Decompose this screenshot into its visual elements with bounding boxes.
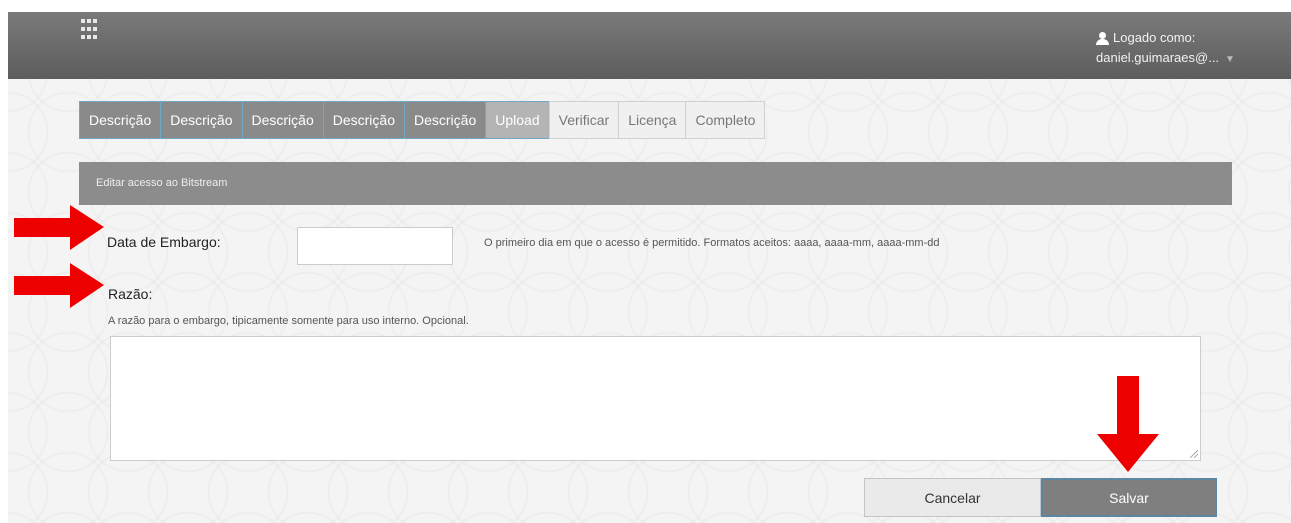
panel-title: Editar acesso ao Bitstream bbox=[79, 162, 1232, 205]
step-completo: Completo bbox=[685, 101, 766, 139]
save-button[interactable]: Salvar bbox=[1041, 478, 1217, 517]
reason-label: Razão: bbox=[108, 286, 153, 302]
step-descricao-1[interactable]: Descrição bbox=[79, 101, 162, 139]
top-navbar: Logado como: daniel.guimaraes@... ▼ bbox=[8, 12, 1291, 79]
reason-textarea[interactable] bbox=[110, 336, 1201, 461]
apps-grid-icon[interactable] bbox=[81, 19, 99, 41]
annotation-arrow-save bbox=[1097, 376, 1159, 472]
annotation-arrow-reason bbox=[14, 263, 104, 308]
user-icon bbox=[1096, 31, 1109, 45]
step-descricao-4[interactable]: Descrição bbox=[322, 101, 405, 139]
embargo-label: Data de Embargo: bbox=[107, 234, 221, 250]
step-descricao-2[interactable]: Descrição bbox=[160, 101, 243, 139]
step-descricao-5[interactable]: Descrição bbox=[404, 101, 487, 139]
step-upload[interactable]: Upload bbox=[485, 101, 550, 139]
username: daniel.guimaraes@... bbox=[1096, 50, 1220, 65]
embargo-date-input[interactable] bbox=[297, 227, 453, 265]
cancel-button[interactable]: Cancelar bbox=[864, 478, 1041, 517]
logged-in-label: Logado como: bbox=[1113, 30, 1196, 45]
annotation-arrow-embargo bbox=[14, 205, 104, 250]
user-menu[interactable]: Logado como: daniel.guimaraes@... ▼ bbox=[1096, 28, 1235, 70]
step-licenca: Licença bbox=[618, 101, 687, 139]
submission-steps: Descrição Descrição Descrição Descrição … bbox=[79, 101, 766, 139]
step-descricao-3[interactable]: Descrição bbox=[241, 101, 324, 139]
caret-down-icon: ▼ bbox=[1225, 54, 1235, 65]
reason-hint: A razão para o embargo, tipicamente some… bbox=[108, 315, 469, 327]
step-verificar: Verificar bbox=[548, 101, 620, 139]
resize-grip-icon[interactable] bbox=[1190, 450, 1198, 458]
embargo-hint: O primeiro dia em que o acesso é permiti… bbox=[484, 237, 940, 249]
